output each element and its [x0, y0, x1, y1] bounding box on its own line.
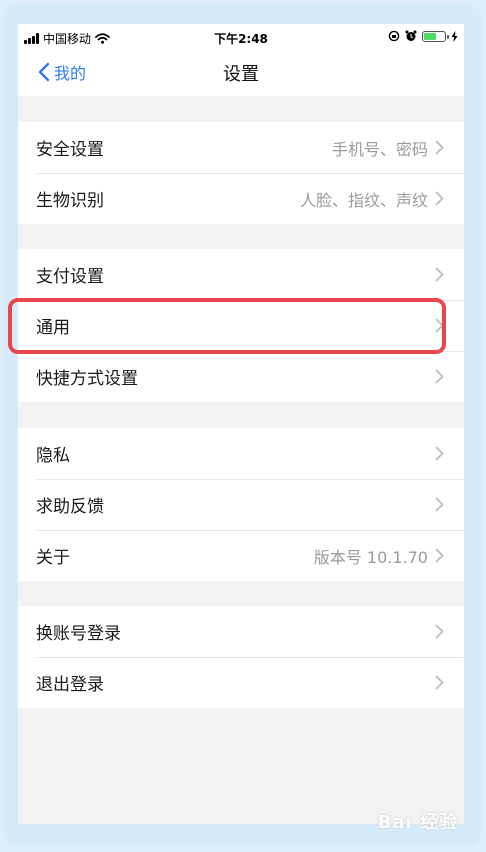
- chevron-right-icon: [435, 267, 444, 282]
- alarm-icon: [405, 30, 417, 41]
- chevron-right-icon: [435, 191, 444, 206]
- phone-screen: 中国移动 下午2:48 我的 设置 安全设置 手机号、密码 生物识别 人脸、指纹…: [18, 24, 464, 824]
- charging-icon: [451, 30, 458, 42]
- battery-icon: [422, 30, 449, 42]
- settings-row-shortcuts[interactable]: 快捷方式设置: [18, 351, 464, 402]
- settings-group-login: 换账号登录 退出登录: [18, 606, 464, 708]
- rotation-lock-icon: [388, 30, 400, 42]
- settings-row-about[interactable]: 关于 版本号 10.1.70: [18, 530, 464, 581]
- settings-group-info: 隐私 求助反馈 关于 版本号 10.1.70: [18, 428, 464, 581]
- settings-group-general: 支付设置 通用 快捷方式设置: [18, 249, 464, 402]
- settings-row-payment[interactable]: 支付设置: [18, 249, 464, 300]
- row-label: 通用: [36, 318, 70, 338]
- row-label: 隐私: [36, 446, 70, 466]
- chevron-right-icon: [435, 369, 444, 384]
- settings-row-privacy[interactable]: 隐私: [18, 428, 464, 479]
- row-label: 安全设置: [36, 140, 104, 160]
- settings-group-account: 安全设置 手机号、密码 生物识别 人脸、指纹、声纹: [18, 122, 464, 224]
- watermark: Bai 经验: [377, 812, 458, 833]
- row-value: 版本号 10.1.70: [313, 547, 428, 567]
- row-value: 手机号、密码: [331, 139, 428, 159]
- row-label: 支付设置: [36, 267, 104, 287]
- chevron-right-icon: [435, 675, 444, 690]
- chevron-right-icon: [435, 548, 444, 563]
- row-label: 求助反馈: [36, 497, 104, 517]
- settings-row-switch-account[interactable]: 换账号登录: [18, 606, 464, 657]
- status-bar: 中国移动 下午2:48: [18, 24, 464, 52]
- chevron-right-icon: [435, 497, 444, 512]
- chevron-right-icon: [435, 318, 444, 333]
- settings-row-biometrics[interactable]: 生物识别 人脸、指纹、声纹: [18, 173, 464, 224]
- page-title: 设置: [223, 64, 259, 85]
- row-label: 关于: [36, 548, 70, 568]
- row-label: 换账号登录: [36, 624, 121, 644]
- chevron-right-icon: [435, 624, 444, 639]
- status-right: [388, 30, 458, 42]
- row-label: 退出登录: [36, 675, 104, 695]
- chevron-right-icon: [435, 446, 444, 461]
- settings-row-general[interactable]: 通用: [18, 300, 464, 351]
- settings-row-logout[interactable]: 退出登录: [18, 657, 464, 708]
- row-value: 人脸、指纹、声纹: [299, 190, 428, 210]
- settings-row-security[interactable]: 安全设置 手机号、密码: [18, 122, 464, 173]
- nav-bar: 我的 设置: [18, 52, 464, 96]
- row-label: 生物识别: [36, 191, 104, 211]
- settings-row-feedback[interactable]: 求助反馈: [18, 479, 464, 530]
- chevron-right-icon: [435, 140, 444, 155]
- row-label: 快捷方式设置: [36, 369, 138, 389]
